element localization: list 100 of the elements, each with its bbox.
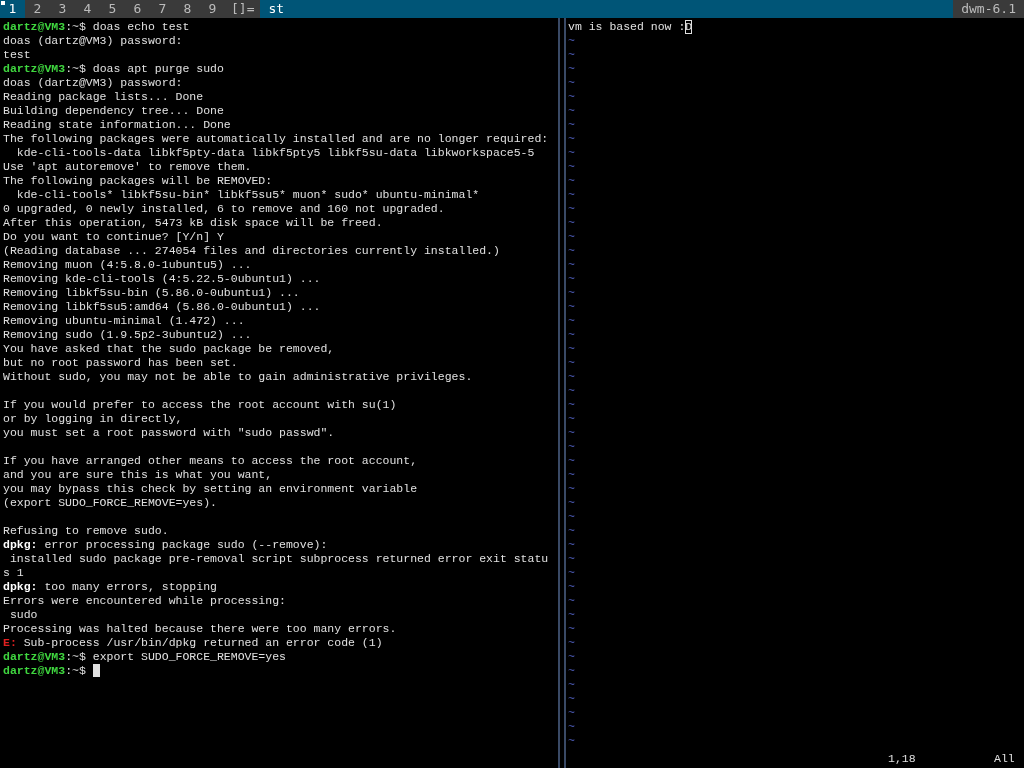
empty-line-marker: ~: [568, 454, 575, 468]
terminal-text: and you are sure this is what you want,: [3, 468, 273, 482]
scroll-position: All: [994, 752, 1016, 766]
empty-line-marker: ~: [568, 398, 575, 412]
terminal-text: Removing libkf5su5:amd64 (5.86.0-0ubuntu1) ...: [3, 300, 321, 314]
tag-button[interactable]: 2: [25, 0, 50, 18]
empty-line-marker: ~: [568, 412, 575, 426]
tag-button[interactable]: 9: [200, 0, 225, 18]
empty-line-marker: ~: [568, 62, 575, 76]
terminal-text: Without sudo, you may not be able to gain administrative privileges.: [3, 370, 473, 384]
terminal-text: dpkg:: [3, 580, 38, 594]
terminal-text: Removing ubuntu-minimal (1.472) ...: [3, 314, 245, 328]
empty-line-marker: ~: [568, 664, 575, 678]
tag-button[interactable]: 6: [125, 0, 150, 18]
terminal-text: dpkg:: [3, 538, 38, 552]
empty-line-marker: ~: [568, 720, 575, 734]
empty-line-marker: ~: [568, 538, 575, 552]
empty-line-marker: ~: [568, 258, 575, 272]
cursor-position: 1,18: [888, 752, 917, 766]
empty-line-marker: ~: [568, 342, 575, 356]
empty-line-marker: ~: [568, 174, 575, 188]
layout-symbol[interactable]: []=: [225, 0, 261, 18]
empty-line-marker: ~: [568, 90, 575, 104]
terminal-text: kde-cli-tools-data libkf5pty-data libkf5pty5 libkf5su-data libkworkspace5-5: [15, 146, 535, 160]
empty-line-marker: ~: [568, 216, 575, 230]
terminal-text: Sub-process /usr/bin/dpkg returned an error code (1): [22, 636, 383, 650]
empty-line-marker: ~: [568, 202, 575, 216]
empty-line-marker: ~: [568, 104, 575, 118]
empty-line-marker: ~: [568, 76, 575, 90]
terminal-text: :~$ doas echo test: [65, 20, 190, 34]
empty-line-marker: ~: [568, 328, 575, 342]
prompt-user: dartz@VM3: [3, 650, 66, 664]
terminal-text: you may bypass this check by setting an environment variable: [3, 482, 418, 496]
terminal-text: Reading state information... Done: [3, 118, 231, 132]
empty-line-marker: ~: [568, 468, 575, 482]
terminal-text: doas (dartz@VM3) password:: [3, 76, 183, 90]
terminal-text: :~$ doas apt purge sudo: [65, 62, 224, 76]
empty-line-marker: ~: [568, 608, 575, 622]
tag-button[interactable]: 7: [150, 0, 175, 18]
prompt-user: dartz@VM3: [3, 664, 66, 678]
tag-button[interactable]: 3: [50, 0, 75, 18]
empty-line-marker: ~: [568, 440, 575, 454]
status-text: dwm-6.1: [953, 0, 1024, 18]
terminal-text: Refusing to remove sudo.: [3, 524, 169, 538]
empty-line-marker: ~: [568, 300, 575, 314]
empty-line-marker: ~: [568, 496, 575, 510]
tag-button[interactable]: 8: [175, 0, 200, 18]
empty-line-marker: ~: [568, 314, 575, 328]
empty-line-marker: ~: [568, 160, 575, 174]
terminal-text: you must set a root password with "sudo passwd".: [3, 426, 335, 440]
empty-line-marker: ~: [568, 510, 575, 524]
terminal-text: You have asked that the sudo package be removed,: [3, 342, 335, 356]
empty-line-marker: ~: [568, 34, 575, 48]
empty-line-marker: ~: [568, 678, 575, 692]
empty-line-marker: ~: [568, 650, 575, 664]
terminal-text: 0 upgraded, 0 newly installed, 6 to remove and 160 not upgraded.: [3, 202, 445, 216]
empty-line-marker: ~: [568, 622, 575, 636]
terminal-text: After this operation, 5473 kB disk space will be freed.: [3, 216, 383, 230]
empty-line-marker: ~: [568, 384, 575, 398]
terminal-text: Building dependency tree... Done: [3, 104, 224, 118]
terminal-text: error processing package sudo (--remove):: [43, 538, 328, 552]
terminal-text: too many errors, stopping: [43, 580, 217, 594]
terminal-text: The following packages will be REMOVED:: [3, 174, 273, 188]
empty-line-marker: ~: [568, 48, 575, 62]
empty-line-marker: ~: [568, 244, 575, 258]
empty-line-marker: ~: [568, 230, 575, 244]
terminal-text: s 1: [3, 566, 24, 580]
terminal-text: Reading package lists... Done: [3, 90, 204, 104]
editor-text: vm is based now :: [568, 20, 686, 34]
empty-line-marker: ~: [568, 286, 575, 300]
terminal-text: (Reading database ... 274054 files and directories currently installed.): [3, 244, 500, 258]
terminal-text: Processing was halted because there were too many errors.: [3, 622, 397, 636]
terminal-text: kde-cli-tools* libkf5su-bin* libkf5su5* muon* sudo* ubuntu-minimal*: [15, 188, 480, 202]
empty-line-marker: ~: [568, 118, 575, 132]
occupied-indicator-icon: [1, 1, 5, 5]
terminal-text: test: [3, 48, 31, 62]
terminal-text: :~$ export SUDO_FORCE_REMOVE=yes: [65, 650, 286, 664]
empty-line-marker: ~: [568, 146, 575, 160]
terminal-text: Removing libkf5su-bin (5.86.0-0ubuntu1) ...: [3, 286, 300, 300]
terminal-text: Removing muon (4:5.8.0-1ubuntu5) ...: [3, 258, 252, 272]
empty-line-marker: ~: [568, 482, 575, 496]
terminal-text: :~$: [65, 664, 87, 678]
terminal-text: Errors were encountered while processing:: [3, 594, 286, 608]
terminal-text: If you would prefer to access the root account with su(1): [3, 398, 397, 412]
prompt-user: dartz@VM3: [3, 20, 66, 34]
empty-line-marker: ~: [568, 370, 575, 384]
empty-line-marker: ~: [568, 132, 575, 146]
tag-button[interactable]: 4: [75, 0, 100, 18]
empty-line-marker: ~: [568, 580, 575, 594]
prompt-user: dartz@VM3: [3, 62, 66, 76]
empty-line-marker: ~: [568, 692, 575, 706]
terminal-text: Do you want to continue? [Y/n] Y: [3, 230, 224, 244]
error-label: E:: [3, 636, 17, 650]
tag-button[interactable]: 5: [100, 0, 125, 18]
terminal-text: but no root password has been set.: [3, 356, 238, 370]
terminal-text: sudo: [8, 608, 38, 622]
empty-line-marker: ~: [568, 594, 575, 608]
terminal-text: doas (dartz@VM3) password:: [3, 34, 183, 48]
terminal-text: or by logging in directly,: [3, 412, 183, 426]
empty-line-marker: ~: [568, 426, 575, 440]
